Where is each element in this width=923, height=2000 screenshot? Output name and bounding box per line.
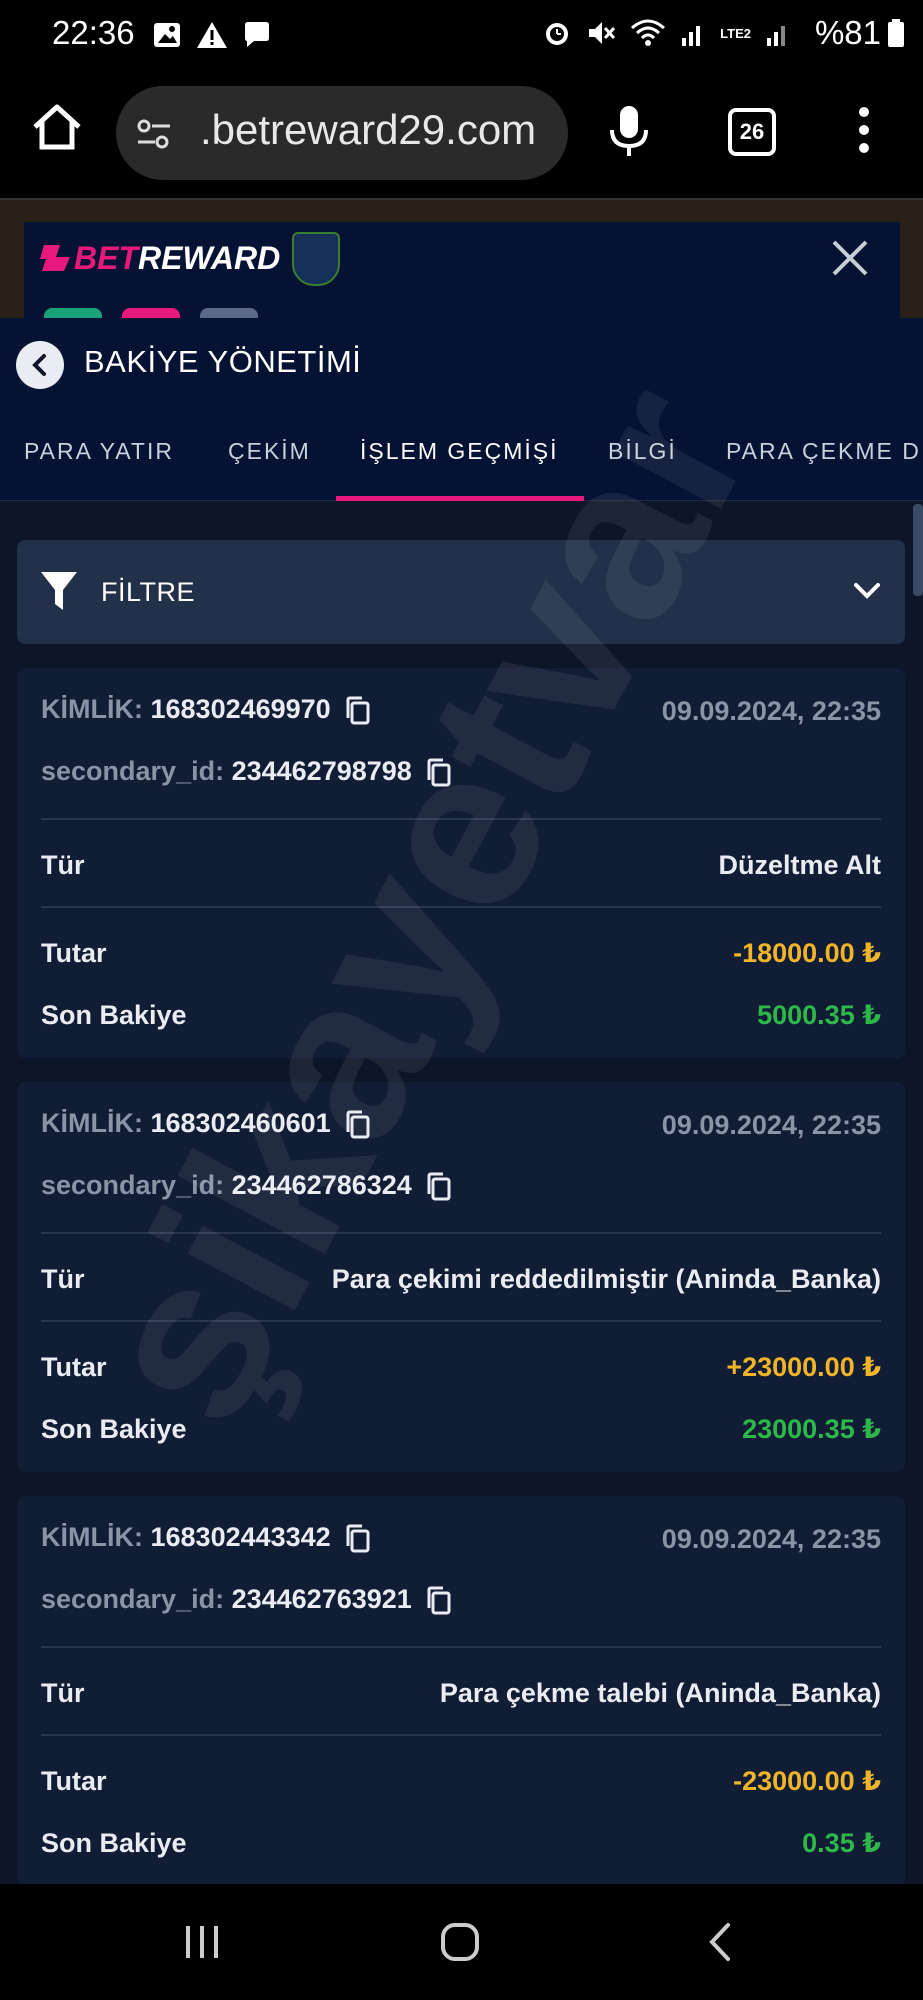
id-label: KİMLİK: [41,694,143,724]
transaction-date: 09.09.2024, 22:35 [661,1110,881,1140]
transaction-balance: 5000.35 ₺ [757,1000,881,1030]
type-label: Tür [41,850,85,880]
secondary-id-label: secondary_id: [41,1170,225,1200]
type-label: Tür [41,1264,85,1294]
clock: 22:36 [52,14,135,51]
status-bar: 22:36 LTE2 %81 [0,0,923,70]
recent-apps-icon[interactable] [182,1924,222,1960]
tab-para-yatir[interactable]: PARA YATIR [24,438,174,465]
gallery-icon [154,23,180,47]
filter-icon [41,572,77,610]
copy-icon[interactable] [426,1586,452,1616]
copy-icon[interactable] [426,1172,452,1202]
mute-icon [589,22,616,44]
wifi-icon [631,19,666,46]
more-options-icon[interactable] [856,104,872,156]
system-navigation-bar [0,1884,923,2000]
home-button-icon[interactable] [440,1922,480,1962]
logo-mark-icon [40,245,70,271]
warning-icon [197,22,227,48]
alarm-icon [546,23,569,45]
site-logo[interactable]: BETREWARD [40,240,280,277]
battery-icon [888,19,904,47]
back-button[interactable] [16,341,64,389]
home-icon[interactable] [30,100,84,154]
tab-para-cekme[interactable]: PARA ÇEKME D [726,438,921,465]
transaction-card: KİMLİK: 168302460601 09.09.2024, 22:35 s… [17,1082,905,1472]
microphone-icon[interactable] [608,104,650,160]
transaction-id: 168302443342 [150,1522,331,1552]
battery-level: %81 [814,14,881,51]
secondary-id-label: secondary_id: [41,756,225,786]
chevron-left-icon [32,354,46,376]
divider [41,1734,881,1736]
secondary-id: 234462786324 [231,1170,412,1200]
type-label: Tür [41,1678,85,1708]
back-nav-icon[interactable] [706,1922,734,1962]
site-header: BETREWARD [24,222,900,320]
id-label: KİMLİK: [41,1522,143,1552]
amount-label: Tutar [41,1352,107,1382]
scrollbar[interactable] [913,504,923,596]
license-badge-icon [292,232,340,286]
secondary-id: 234462763921 [231,1584,412,1614]
transaction-card: KİMLİK: 168302469970 09.09.2024, 22:35 s… [17,668,905,1058]
copy-icon[interactable] [426,758,452,788]
address-bar[interactable]: .betreward29.com [116,86,568,180]
divider [41,1320,881,1322]
copy-icon[interactable] [345,696,371,726]
filter-toggle[interactable]: FİLTRE [17,540,905,644]
transaction-date: 09.09.2024, 22:35 [661,696,881,726]
transaction-amount: +23000.00 ₺ [726,1352,881,1382]
divider [41,1232,881,1234]
transaction-balance: 0.35 ₺ [802,1828,881,1858]
transaction-amount: -23000.00 ₺ [733,1766,881,1796]
divider [41,818,881,820]
active-tab-indicator [336,496,584,501]
tab-switcher-button[interactable]: 26 [728,108,776,156]
close-icon[interactable] [830,238,870,278]
panel-titlebar: BAKİYE YÖNETİMİ [0,318,923,408]
transaction-type: Para çekme talebi (Aninda_Banka) [439,1678,881,1708]
page-title: BAKİYE YÖNETİMİ [84,344,362,379]
chat-icon [245,22,269,47]
amount-label: Tutar [41,938,107,968]
chevron-down-icon [854,583,880,599]
copy-icon[interactable] [345,1524,371,1554]
transaction-type: Para çekimi reddedilmiştir (Aninda_Banka… [331,1264,881,1294]
transaction-balance: 23000.35 ₺ [742,1414,881,1444]
divider [41,1646,881,1648]
tab-cekim[interactable]: ÇEKİM [228,438,311,465]
secondary-id-label: secondary_id: [41,1584,225,1614]
amount-label: Tutar [41,1766,107,1796]
transaction-id: 168302460601 [150,1108,331,1138]
tab-bilgi[interactable]: BİLGİ [608,438,677,465]
tab-bar: PARA YATIR ÇEKİM İŞLEM GEÇMİŞİ BİLGİ PAR… [0,408,923,501]
signal-icon [767,26,785,46]
balance-label: Son Bakiye [41,1828,187,1858]
signal-icon [682,26,701,46]
copy-icon[interactable] [345,1110,371,1140]
transaction-type: Düzeltme Alt [718,850,881,880]
balance-management-panel: BAKİYE YÖNETİMİ PARA YATIR ÇEKİM İŞLEM G… [0,318,923,1884]
balance-label: Son Bakiye [41,1000,187,1030]
balance-label: Son Bakiye [41,1414,187,1444]
tab-islem-gecmisi[interactable]: İŞLEM GEÇMİŞİ [360,438,559,465]
transaction-card: KİMLİK: 168302443342 09.09.2024, 22:35 s… [17,1496,905,1884]
site-settings-icon[interactable] [134,114,174,154]
transaction-id: 168302469970 [150,694,331,724]
id-label: KİMLİK: [41,1108,143,1138]
divider [41,906,881,908]
url-text: .betreward29.com [200,106,537,153]
transaction-date: 09.09.2024, 22:35 [661,1524,881,1554]
filter-label: FİLTRE [101,577,196,607]
network-type: LTE2 [720,25,751,41]
secondary-id: 234462798798 [231,756,412,786]
browser-toolbar: .betreward29.com 26 [0,70,923,200]
transaction-amount: -18000.00 ₺ [733,938,881,968]
